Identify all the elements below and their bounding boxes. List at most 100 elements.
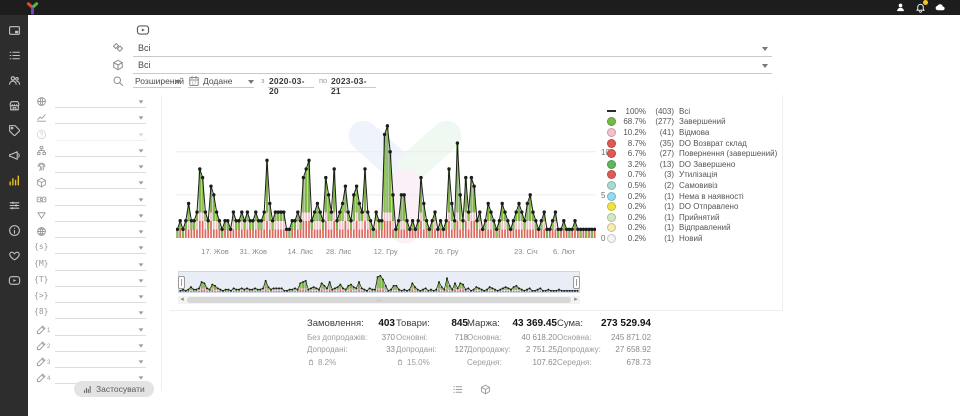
legend-item[interactable]: 6.7%(27)Повернення (завершений) (607, 148, 782, 159)
legend-item[interactable]: 0.5%(2)Самовивіз (607, 180, 782, 191)
x-tick-label: 28. Лис (326, 247, 351, 256)
apply-filters-button[interactable]: Застосувати (74, 381, 154, 397)
filter-input[interactable] (55, 302, 146, 303)
filter-input[interactable] (55, 140, 146, 141)
filter-row-pencil-1[interactable]: 1 (0, 323, 152, 338)
filter-row-pencil-3[interactable]: 3 (0, 355, 152, 370)
legend-item[interactable]: 0.2%(1)Нема в наявності (607, 191, 782, 202)
package-icon (112, 59, 124, 71)
legend-item[interactable]: 0.2%(1)DO Отправлено (607, 201, 782, 212)
filter-input[interactable] (55, 172, 146, 173)
chevron-down-icon (139, 247, 144, 250)
filter-status-select[interactable]: Всі (133, 41, 772, 57)
filter-input[interactable] (55, 367, 146, 368)
legend-item[interactable]: 0.2%(1)Відправлений (607, 223, 782, 234)
legend-item[interactable]: 100%(403)Всі (607, 106, 782, 117)
filter-input[interactable] (55, 188, 146, 189)
stat-row: Основна:245 871.02 (557, 333, 651, 342)
help-icon (36, 129, 47, 140)
list-view-icon[interactable] (452, 384, 463, 395)
filter-input[interactable] (55, 221, 146, 222)
scrollbar-grip-icon: … (376, 297, 382, 303)
legend-item[interactable]: 8.7%(35)DO Возврат склад (607, 138, 782, 149)
filter-input[interactable] (55, 351, 146, 352)
filter-row-trend[interactable] (0, 111, 152, 126)
navigator-right-handle[interactable] (573, 276, 580, 289)
filter-row-var-9[interactable]: {s} (0, 241, 152, 256)
stat-title: Замовлення:403 (307, 318, 395, 329)
date-to-input[interactable]: 2023-03-21 (330, 74, 376, 88)
search-mode-select[interactable]: Розширений (133, 74, 181, 88)
code-var-icon: {T} (34, 275, 48, 284)
filter-input[interactable] (55, 335, 146, 336)
filter-input[interactable] (55, 123, 146, 124)
legend-dot-marker (607, 117, 616, 126)
y-tick-label: 0 (601, 234, 605, 243)
legend-item[interactable]: 3.2%(13)DO Завершено (607, 159, 782, 170)
chevron-down-icon (762, 64, 768, 68)
filter-row-sitemap[interactable] (0, 144, 152, 159)
filter-input[interactable] (55, 286, 146, 287)
date-field-select[interactable]: 17 Додане (188, 74, 254, 88)
web-icon (36, 226, 47, 237)
filter-input[interactable] (55, 237, 146, 238)
filter-row-var-11[interactable]: {T} (0, 274, 152, 289)
search-date-row: Розширений 17 Додане з 2020-03-20 по 202… (0, 74, 780, 89)
chart-navigator[interactable] (178, 271, 580, 293)
scrollbar-thumb[interactable]: … (187, 297, 571, 303)
banknote-icon (36, 194, 47, 205)
orders-chart[interactable] (176, 100, 596, 238)
legend-dot-marker (607, 213, 616, 222)
filter-input[interactable] (55, 107, 146, 108)
legend-item[interactable]: 68.7%(277)Завершений (607, 117, 782, 128)
filter-row-var-10[interactable]: {M} (0, 258, 152, 273)
stat-row: Допродані:33 (307, 345, 395, 354)
filter-row-help[interactable] (0, 128, 152, 143)
filter-input[interactable] (55, 270, 146, 271)
view-toggle-toolbar (452, 384, 491, 395)
filter-row-pencil-2[interactable]: 2 (0, 339, 152, 354)
pencil-number: 3 (47, 360, 50, 366)
filter-input[interactable] (55, 205, 146, 206)
funnel-icon (36, 210, 47, 221)
filter-row-web[interactable] (0, 225, 152, 240)
search-icon[interactable] (112, 75, 124, 87)
package-view-icon[interactable] (480, 384, 491, 395)
filter-product-select[interactable]: Всі (133, 58, 772, 74)
navigator-left-handle[interactable] (178, 276, 185, 289)
chart-scrollbar[interactable]: ◂ … ▸ (178, 296, 580, 304)
scroll-left-icon[interactable]: ◂ (178, 296, 186, 304)
pencil-number: 1 (47, 328, 50, 334)
filter-row-cube[interactable] (0, 176, 152, 191)
filter-row-var-12[interactable]: {>} (0, 290, 152, 305)
sidebar-item-orders-list-icon[interactable] (8, 49, 21, 62)
chevron-down-icon (139, 182, 144, 185)
legend-item[interactable]: 10.2%(41)Відмова (607, 127, 782, 138)
filter-row-funnel[interactable] (0, 209, 152, 224)
person-icon[interactable] (895, 2, 906, 13)
filter-row-globe[interactable] (0, 95, 152, 110)
scroll-right-icon[interactable]: ▸ (572, 296, 580, 304)
legend-item[interactable]: 0.2%(1)Прийнятий (607, 212, 782, 223)
filter-input[interactable] (55, 318, 146, 319)
cloud-icon[interactable] (935, 2, 946, 13)
filter-row-banknote[interactable] (0, 193, 152, 208)
date-from-input[interactable]: 2020-03-20 (268, 74, 314, 88)
filter-row-fingerprint[interactable] (0, 160, 152, 175)
legend-dot-marker (607, 234, 616, 243)
globe-icon (36, 96, 47, 107)
legend-item[interactable]: 0.2%(1)Новий (607, 233, 782, 244)
chevron-down-icon (139, 344, 144, 347)
filter-row-var-13[interactable]: {8} (0, 306, 152, 321)
x-tick-label: 26. Гру (434, 247, 458, 256)
media-type-icon[interactable] (133, 23, 153, 37)
bell-icon[interactable] (915, 2, 926, 13)
chevron-down-icon (139, 214, 144, 217)
stat-row: Основні:718 (396, 333, 468, 342)
stat-column: Замовлення:403Без допродажів:370Допродан… (307, 318, 395, 368)
filter-input[interactable] (55, 253, 146, 254)
sidebar-item-dashboard-icon[interactable] (8, 24, 21, 37)
upsell-share: 8.2% (307, 358, 395, 368)
filter-input[interactable] (55, 156, 146, 157)
legend-item[interactable]: 0.7%(3)Утилізація (607, 170, 782, 181)
